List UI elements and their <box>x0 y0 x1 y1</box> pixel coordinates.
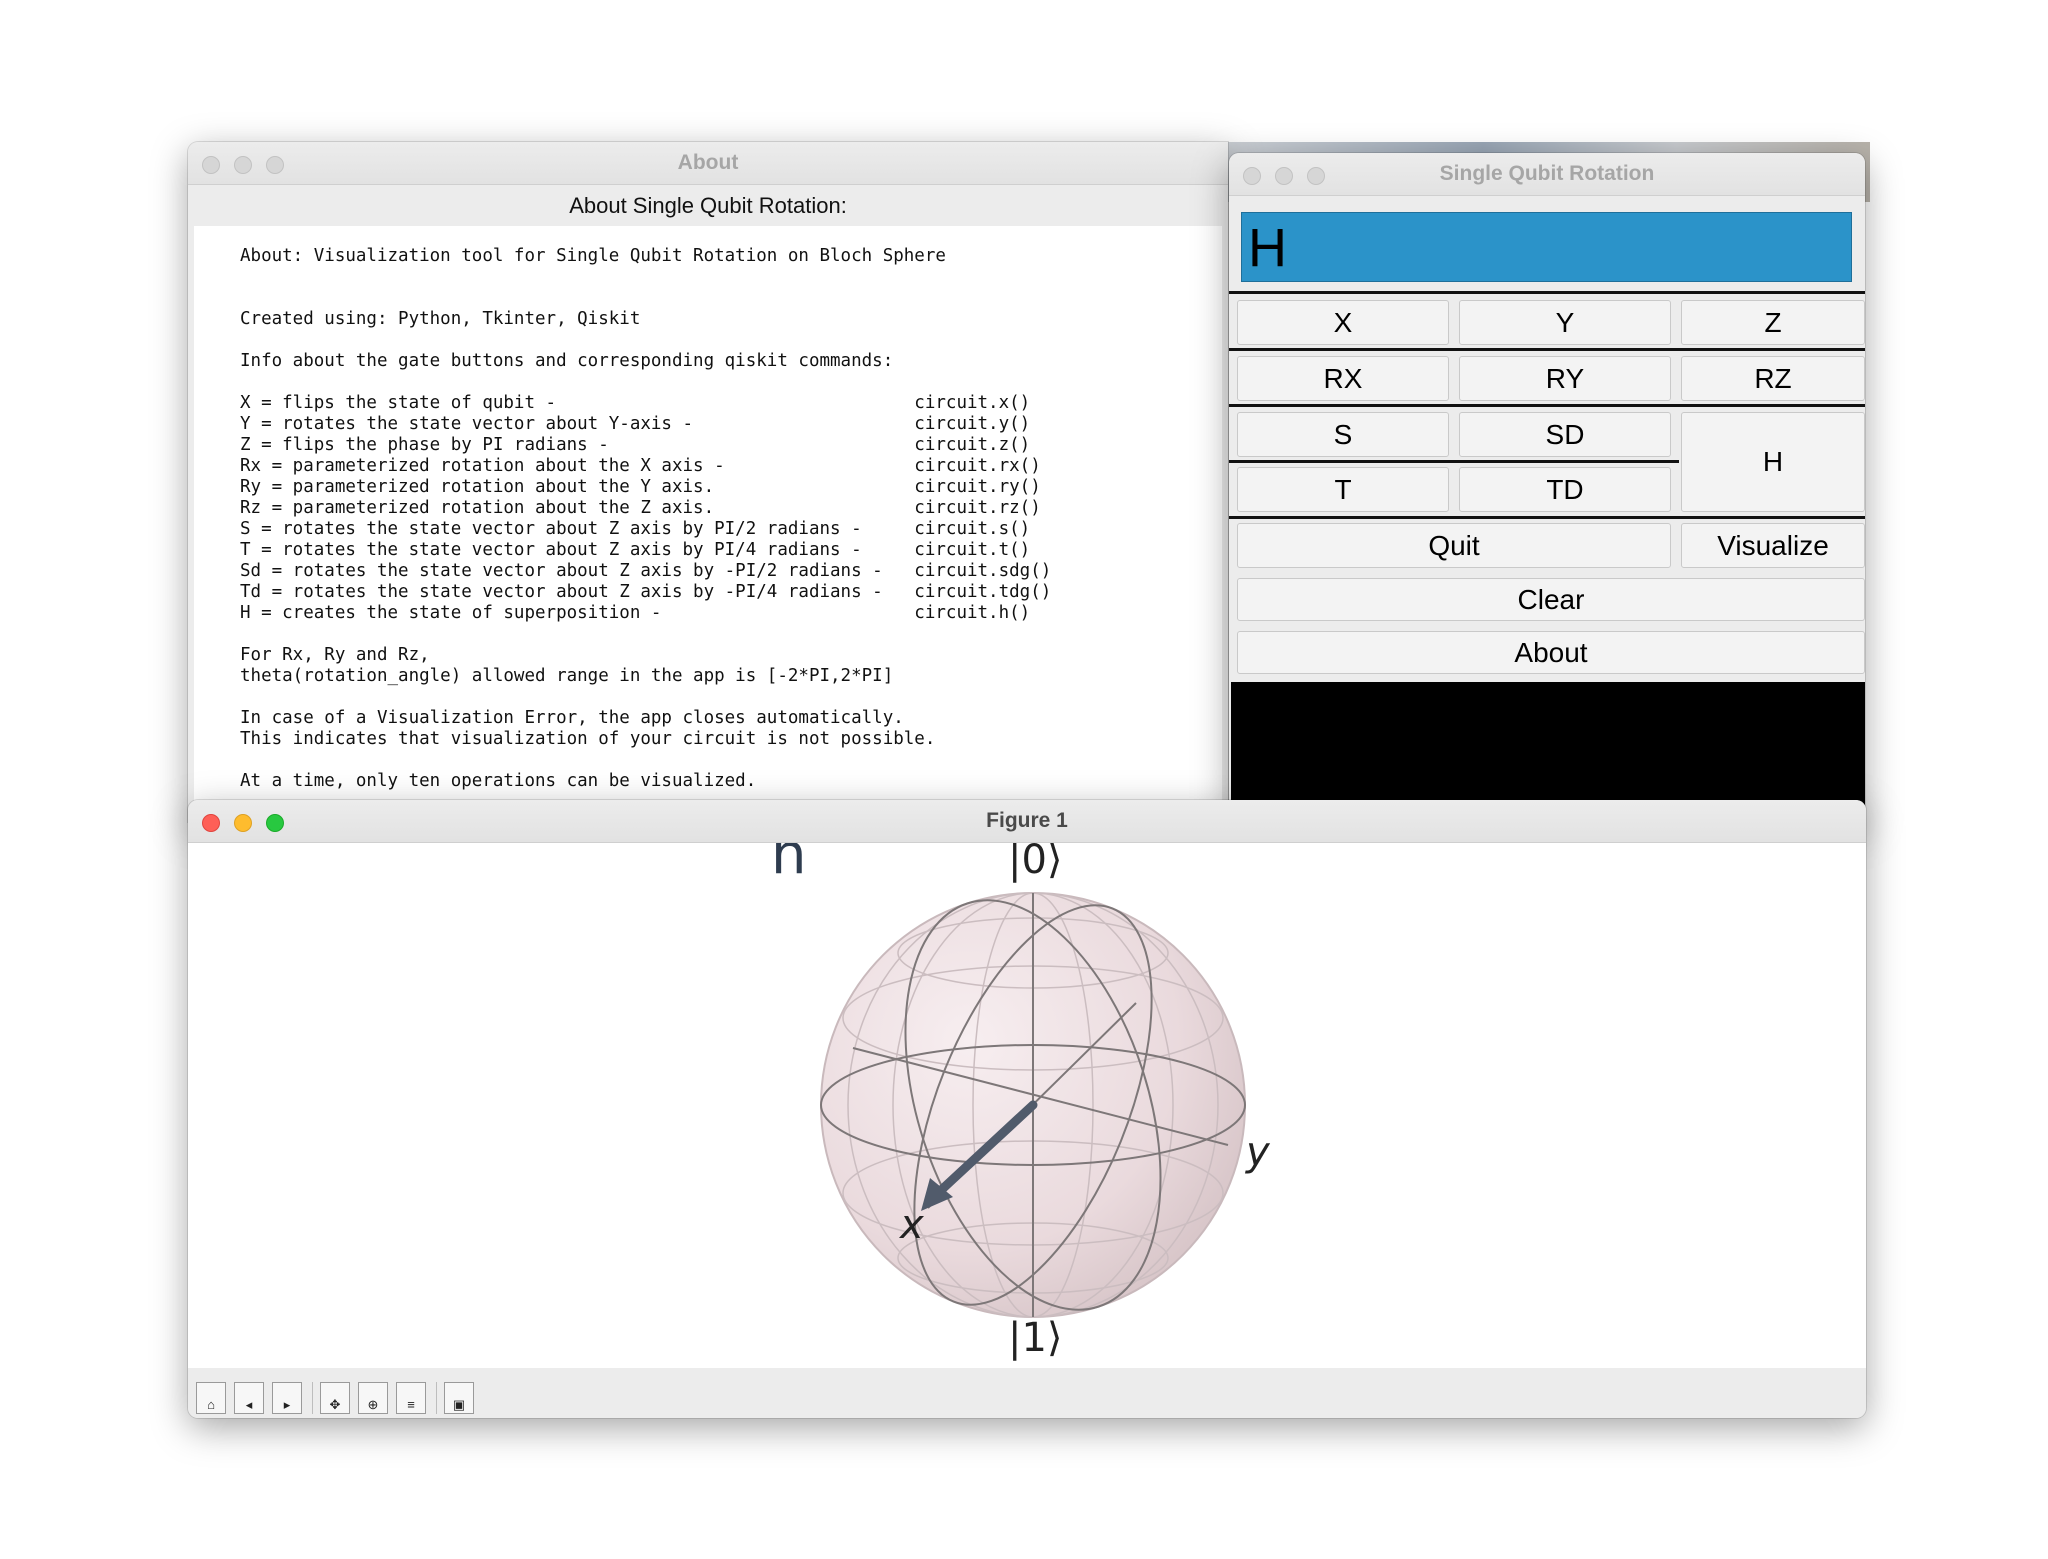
window-title: Figure 1 <box>986 809 1068 832</box>
save-icon[interactable]: ▣ <box>444 1382 474 1414</box>
window-title: Single Qubit Rotation <box>1439 162 1655 185</box>
toolbar-separator <box>436 1382 437 1414</box>
navigation-toolbar: ⌂ ◂ ▸ ✥ ⊕ ≡ ▣ <box>188 1368 1866 1418</box>
window-title: About <box>677 151 739 174</box>
clear-button[interactable]: Clear <box>1237 578 1865 621</box>
about-text-line: This indicates that visualization of you… <box>240 729 936 749</box>
about-text-area[interactable]: About: Visualization tool for Single Qub… <box>194 226 1222 822</box>
about-button[interactable]: About <box>1237 631 1865 674</box>
z-gate-button[interactable]: Z <box>1681 300 1865 345</box>
td-gate-button[interactable]: TD <box>1459 467 1671 512</box>
about-text-line: X = flips the state of qubit - circuit.x… <box>240 393 1031 413</box>
plot-title-fragment: h <box>771 843 807 887</box>
x-axis-label: x <box>898 1202 924 1248</box>
divider <box>1229 516 1865 519</box>
back-icon[interactable]: ◂ <box>234 1382 264 1414</box>
ry-gate-button[interactable]: RY <box>1459 356 1671 401</box>
about-text-line: About: Visualization tool for Single Qub… <box>240 246 946 266</box>
about-text-line <box>240 624 1222 645</box>
zoom-icon[interactable]: ⊕ <box>358 1382 388 1414</box>
h-gate-button[interactable]: H <box>1681 412 1865 512</box>
about-heading: About Single Qubit Rotation: <box>188 185 1228 227</box>
about-text-line: Created using: Python, Tkinter, Qiskit <box>240 309 641 329</box>
about-text-line: theta(rotation_angle) allowed range in t… <box>240 666 894 686</box>
about-text-line: Y = rotates the state vector about Y-axi… <box>240 414 1031 434</box>
bloch-sphere: h |0⟩ |1⟩ x y <box>771 822 1271 1361</box>
divider <box>1229 291 1865 294</box>
ket-one-label: |1⟩ <box>1008 1315 1063 1361</box>
pan-icon[interactable]: ✥ <box>320 1382 350 1414</box>
about-text-line: Rx = parameterized rotation about the X … <box>240 456 1041 476</box>
about-text-line: Sd = rotates the state vector about Z ax… <box>240 561 1052 581</box>
about-titlebar[interactable]: About <box>188 142 1228 185</box>
t-gate-button[interactable]: T <box>1237 467 1449 512</box>
visualize-button[interactable]: Visualize <box>1681 523 1865 568</box>
about-text-line: Z = flips the phase by PI radians - circ… <box>240 435 1031 455</box>
about-text-line: S = rotates the state vector about Z axi… <box>240 519 1031 539</box>
about-text-line <box>240 330 1222 351</box>
x-gate-button[interactable]: X <box>1237 300 1449 345</box>
about-text-line <box>240 687 1222 708</box>
about-text-line: Info about the gate buttons and correspo… <box>240 351 894 371</box>
about-text-line: At a time, only ten operations can be vi… <box>240 771 757 791</box>
about-text-line <box>240 267 1222 288</box>
single-qubit-rotation-window: Single Qubit Rotation H X Y Z RX RY RZ S… <box>1229 153 1865 823</box>
s-gate-button[interactable]: S <box>1237 412 1449 457</box>
figure-window: Figure 1 h |0⟩ |1⟩ x y ⌂ ◂ ▸ ✥ ⊕ ≡ ▣ <box>188 800 1866 1418</box>
about-text-line: For Rx, Ry and Rz, <box>240 645 430 665</box>
calculator-panel: H X Y Z RX RY RZ S SD H T TD Quit Visual… <box>1229 196 1865 823</box>
about-text-line: H = creates the state of superposition -… <box>240 603 1031 623</box>
about-text-line <box>240 750 1222 771</box>
rz-gate-button[interactable]: RZ <box>1681 356 1865 401</box>
about-text-line <box>240 372 1222 393</box>
forward-icon[interactable]: ▸ <box>272 1382 302 1414</box>
divider <box>1229 404 1865 407</box>
configure-icon[interactable]: ≡ <box>396 1382 426 1414</box>
about-window: About About Single Qubit Rotation: About… <box>188 142 1228 822</box>
y-axis-label: y <box>1245 1129 1271 1175</box>
about-text-line: Rz = parameterized rotation about the Z … <box>240 498 1041 518</box>
about-text-line: Td = rotates the state vector about Z ax… <box>240 582 1052 602</box>
rx-gate-button[interactable]: RX <box>1237 356 1449 401</box>
plot-canvas[interactable]: h |0⟩ |1⟩ x y <box>188 822 1866 1368</box>
divider <box>1229 348 1865 351</box>
home-icon[interactable]: ⌂ <box>196 1382 226 1414</box>
divider <box>1229 460 1679 463</box>
about-text-line: In case of a Visualization Error, the ap… <box>240 708 904 728</box>
gate-display: H <box>1241 212 1852 282</box>
about-text-line: T = rotates the state vector about Z axi… <box>240 540 1031 560</box>
about-text-line: Ry = parameterized rotation about the Y … <box>240 477 1041 497</box>
y-gate-button[interactable]: Y <box>1459 300 1671 345</box>
sd-gate-button[interactable]: SD <box>1459 412 1671 457</box>
sqr-titlebar[interactable]: Single Qubit Rotation <box>1229 153 1865 196</box>
toolbar-separator <box>312 1382 313 1414</box>
about-text-line <box>240 288 1222 309</box>
figure-titlebar[interactable]: Figure 1 <box>188 800 1866 843</box>
ket-zero-label: |0⟩ <box>1008 843 1063 883</box>
quit-button[interactable]: Quit <box>1237 523 1671 568</box>
